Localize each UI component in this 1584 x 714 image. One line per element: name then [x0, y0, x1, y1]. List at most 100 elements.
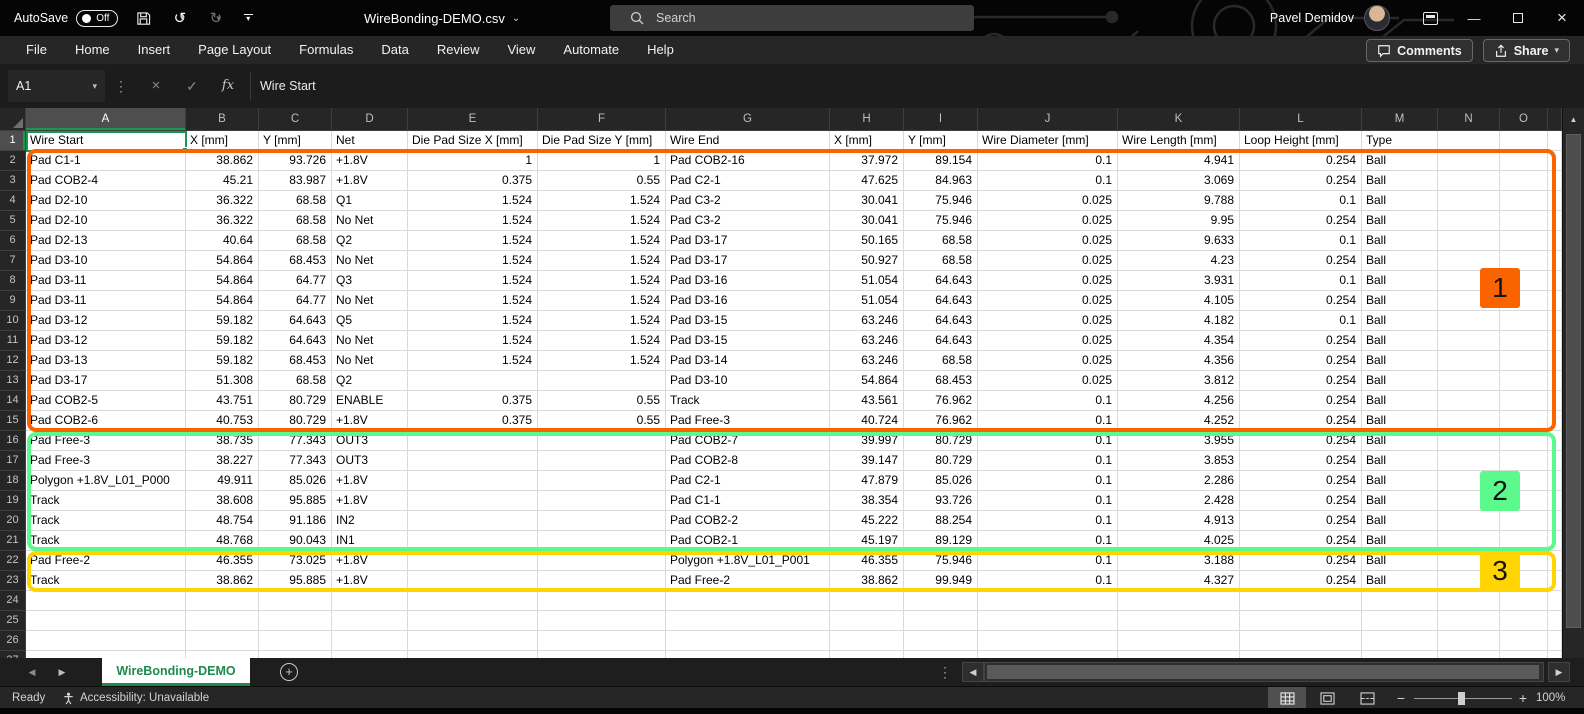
cell[interactable]: 1.524 [408, 271, 538, 291]
row-header-12[interactable]: 12 [0, 351, 26, 371]
cell[interactable]: 2.286 [1118, 471, 1240, 491]
cell[interactable]: 0.254 [1240, 211, 1362, 231]
cell[interactable]: 0.025 [978, 231, 1118, 251]
row-header-21[interactable]: 21 [0, 531, 26, 551]
scroll-right-icon[interactable]: ▶ [1548, 662, 1570, 682]
zoom-level[interactable]: 100% [1536, 687, 1565, 709]
cell[interactable]: 0.1 [978, 551, 1118, 571]
cell[interactable] [1548, 411, 1562, 431]
cell[interactable]: 0.1 [978, 391, 1118, 411]
row-header-13[interactable]: 13 [0, 371, 26, 391]
cell[interactable]: 48.754 [186, 511, 259, 531]
ribbon-display-options-button[interactable] [1408, 0, 1452, 36]
cell[interactable]: Q2 [332, 371, 408, 391]
cell[interactable]: 64.77 [259, 271, 332, 291]
cell[interactable]: +1.8V [332, 171, 408, 191]
cell[interactable]: No Net [332, 291, 408, 311]
cell[interactable]: 76.962 [904, 411, 978, 431]
cell[interactable] [1438, 271, 1500, 291]
cell[interactable]: 64.643 [259, 331, 332, 351]
cell[interactable]: +1.8V [332, 551, 408, 571]
cell[interactable]: Ball [1362, 471, 1438, 491]
cell[interactable]: Ball [1362, 491, 1438, 511]
cell[interactable] [1548, 211, 1562, 231]
cell[interactable]: 64.643 [904, 311, 978, 331]
cell[interactable]: 43.561 [830, 391, 904, 411]
cell[interactable]: 75.946 [904, 191, 978, 211]
cell[interactable]: Ball [1362, 391, 1438, 411]
cell[interactable]: 83.987 [259, 171, 332, 191]
sheet-tab-active[interactable]: WireBonding-DEMO [102, 658, 250, 686]
row-header-10[interactable]: 10 [0, 311, 26, 331]
cell[interactable] [1500, 391, 1548, 411]
cell[interactable]: 91.186 [259, 511, 332, 531]
cell[interactable]: Ball [1362, 411, 1438, 431]
cell[interactable]: 68.453 [259, 251, 332, 271]
cell[interactable] [1438, 631, 1500, 651]
column-header-H[interactable]: H [830, 108, 904, 131]
cell[interactable]: 1.524 [408, 251, 538, 271]
autosave-toggle[interactable]: AutoSave Off [14, 10, 118, 27]
cell[interactable] [1500, 471, 1548, 491]
cell[interactable]: 85.026 [904, 471, 978, 491]
cell[interactable] [332, 591, 408, 611]
cell[interactable]: Pad D3-16 [666, 291, 830, 311]
cell[interactable]: 80.729 [904, 431, 978, 451]
cell[interactable] [1362, 651, 1438, 658]
cell[interactable] [1438, 611, 1500, 631]
cell[interactable]: +1.8V [332, 411, 408, 431]
view-page-layout-button[interactable] [1308, 687, 1346, 709]
cell[interactable]: Pad Free-2 [666, 571, 830, 591]
cell[interactable]: 38.227 [186, 451, 259, 471]
cell[interactable] [332, 611, 408, 631]
cell[interactable]: 68.453 [904, 371, 978, 391]
cell[interactable] [408, 651, 538, 658]
view-normal-button[interactable] [1268, 687, 1306, 709]
cell[interactable]: Wire Start [26, 131, 186, 151]
cell[interactable]: 45.21 [186, 171, 259, 191]
cell[interactable] [1548, 171, 1562, 191]
cell[interactable]: 0.254 [1240, 531, 1362, 551]
maximize-button[interactable] [1496, 0, 1540, 36]
tab-scrollbar-divider[interactable]: ⋮ [938, 660, 952, 684]
cell[interactable]: Net [332, 131, 408, 151]
cell[interactable] [1548, 231, 1562, 251]
cell[interactable]: 38.862 [830, 571, 904, 591]
document-title[interactable]: WireBonding-DEMO.csv ⌄ [364, 0, 520, 36]
cell[interactable]: Pad C1-1 [666, 491, 830, 511]
cell[interactable] [1118, 611, 1240, 631]
cell[interactable]: 1.524 [538, 271, 666, 291]
cell[interactable] [978, 651, 1118, 658]
cell[interactable]: 63.246 [830, 311, 904, 331]
insert-function-icon[interactable]: fx [214, 73, 242, 99]
cell[interactable]: +1.8V [332, 571, 408, 591]
cell[interactable] [1438, 471, 1500, 491]
column-header-G[interactable]: G [666, 108, 830, 131]
cell[interactable] [1438, 651, 1500, 658]
cell[interactable]: 0.55 [538, 171, 666, 191]
cell[interactable]: 0.1 [978, 491, 1118, 511]
cell[interactable]: No Net [332, 351, 408, 371]
cell[interactable]: No Net [332, 331, 408, 351]
cell[interactable]: Wire Length [mm] [1118, 131, 1240, 151]
cell[interactable] [1500, 431, 1548, 451]
cell[interactable] [538, 371, 666, 391]
cell[interactable]: 1.524 [408, 311, 538, 331]
cell[interactable]: Pad COB2-4 [26, 171, 186, 191]
cell[interactable] [1548, 511, 1562, 531]
row-header-7[interactable]: 7 [0, 251, 26, 271]
column-header-O[interactable]: O [1500, 108, 1548, 131]
cell[interactable] [1240, 611, 1362, 631]
column-header-F[interactable]: F [538, 108, 666, 131]
row-header-24[interactable]: 24 [0, 591, 26, 611]
cell[interactable]: 1.524 [408, 331, 538, 351]
cell[interactable] [1500, 551, 1548, 571]
cell[interactable] [408, 451, 538, 471]
cell[interactable] [1548, 611, 1562, 631]
cell[interactable]: 0.254 [1240, 411, 1362, 431]
undo-button[interactable]: ↺▾ [168, 6, 190, 30]
cell[interactable]: 0.1 [978, 411, 1118, 431]
cell[interactable]: Pad C1-1 [26, 151, 186, 171]
cell[interactable] [1548, 251, 1562, 271]
cell[interactable]: Pad COB2-1 [666, 531, 830, 551]
